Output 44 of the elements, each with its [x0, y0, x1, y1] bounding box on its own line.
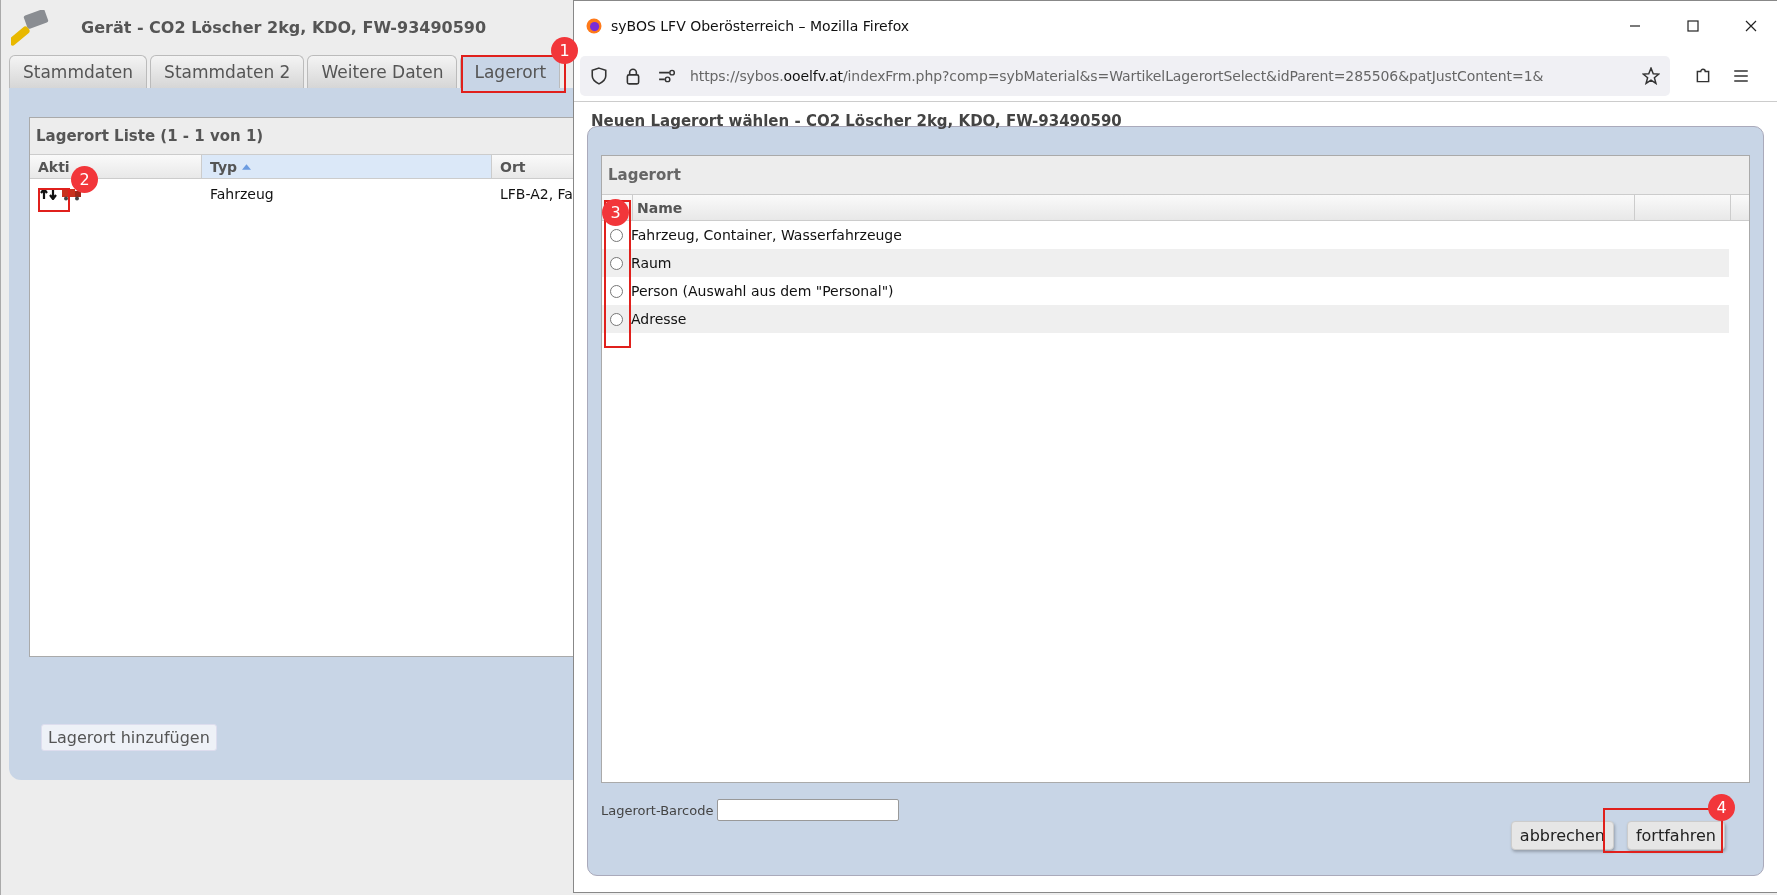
window-title: syBOS LFV Oberösterreich – Mozilla Firefox	[611, 18, 910, 34]
option-row[interactable]: Raum	[602, 249, 1729, 277]
shield-icon[interactable]	[590, 67, 608, 85]
tab[interactable]: Weitere Daten	[307, 55, 458, 88]
option-label: Fahrzeug, Container, Wasserfahrzeuge	[631, 227, 902, 243]
option-label: Adresse	[631, 311, 687, 327]
table-cell-text: Fahrzeug	[209, 185, 275, 204]
radio-button[interactable]	[610, 284, 623, 298]
table-cell-text: LFB-A2, Fa	[499, 185, 574, 204]
tab[interactable]: Stammdaten 2	[150, 55, 305, 88]
column-header[interactable]: Typ	[202, 155, 492, 178]
firefox-logo-icon	[586, 18, 602, 34]
menu-icon[interactable]	[1732, 67, 1750, 85]
column-header: Name	[633, 195, 1635, 220]
sliders-icon[interactable]	[658, 67, 676, 85]
puzzle-icon[interactable]	[1694, 67, 1712, 85]
maximize-icon[interactable]	[1687, 20, 1699, 32]
option-label: Raum	[631, 255, 672, 271]
continue-button[interactable]: fortfahren	[1626, 821, 1725, 850]
hammer-icon	[11, 9, 51, 46]
page-title: Gerät - CO2 Löscher 2kg, KDO, FW-93490590	[81, 18, 487, 37]
url-text: https://sybos.ooelfv.at/indexFrm.php?comp=sybMaterial&s=WartikelLagerortSelect&idParent=285506&patJustContent=1&	[690, 68, 1545, 84]
barcode-field[interactable]	[717, 799, 900, 821]
field-label: Lagerort-Barcode	[601, 802, 714, 818]
swap-icon[interactable]	[40, 188, 58, 200]
option-row[interactable]: Adresse	[602, 305, 1729, 333]
tab[interactable]: Lagerort	[460, 55, 561, 88]
radio-button[interactable]	[610, 228, 623, 242]
close-icon[interactable]	[1745, 20, 1757, 32]
highlight-frame	[38, 188, 70, 212]
radio-button[interactable]	[610, 256, 623, 270]
section-title: Lagerort	[602, 156, 1749, 195]
dialog-title: Neuen Lagerort wählen - CO2 Löscher 2kg, KDO, FW-93490590	[591, 112, 1122, 130]
option-row[interactable]: Person (Auswahl aus dem "Personal")	[602, 277, 1729, 305]
cancel-button[interactable]: abbrechen	[1510, 821, 1614, 850]
sort-up-icon	[242, 163, 252, 170]
option-label: Person (Auswahl aus dem "Personal")	[631, 283, 894, 299]
radio-button[interactable]	[610, 312, 623, 326]
add-button[interactable]: Lagerort hinzufügen	[41, 724, 217, 751]
tab[interactable]: Stammdaten	[9, 55, 148, 88]
lock-icon[interactable]	[624, 67, 642, 85]
url-bar[interactable]: https://sybos.ooelfv.at/indexFrm.php?comp=sybMaterial&s=WartikelLagerortSelect&idParent=285506&patJustContent=1&	[580, 56, 1670, 96]
truck-icon[interactable]	[62, 187, 82, 201]
star-icon[interactable]	[1642, 67, 1660, 85]
